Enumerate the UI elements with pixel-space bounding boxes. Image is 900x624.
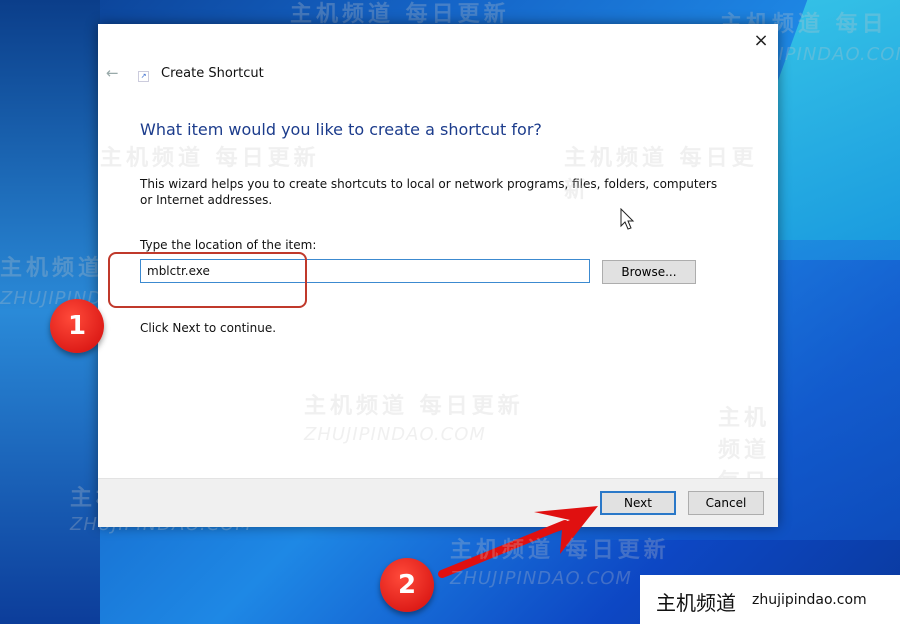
shortcut-icon: ↗	[138, 71, 149, 82]
continue-hint: Click Next to continue.	[140, 321, 277, 335]
step-badge-2: 2	[380, 558, 434, 612]
browse-button[interactable]: Browse...	[602, 260, 696, 284]
next-button[interactable]: Next	[600, 491, 676, 515]
brand-name: 主机频道	[656, 591, 736, 615]
dialog-title: Create Shortcut	[161, 66, 264, 81]
wizard-heading: What item would you like to create a sho…	[140, 120, 542, 139]
watermark-en: ZHUJIPINDAO.COM	[304, 424, 486, 445]
watermark-cn: 主机频道 每日更新	[450, 538, 670, 563]
mouse-cursor-icon	[620, 208, 635, 230]
cancel-button[interactable]: Cancel	[688, 491, 764, 515]
watermark-cn: 主机频道 每日更新	[564, 146, 758, 203]
brand-banner: 主机频道 zhujipindao.com	[640, 575, 900, 624]
watermark-en: ZHUJIPINDAO.COM	[450, 568, 632, 589]
location-label: Type the location of the item:	[140, 238, 317, 252]
back-arrow-icon[interactable]: ←	[106, 64, 119, 82]
watermark-cn: 主机频道 每日更新	[304, 394, 524, 419]
highlight-box	[108, 252, 307, 308]
watermark-cn: 主机频道 每日更新	[100, 146, 320, 171]
brand-url: zhujipindao.com	[752, 592, 867, 608]
close-icon[interactable]: ×	[750, 30, 772, 52]
step-badge-1: 1	[50, 299, 104, 353]
